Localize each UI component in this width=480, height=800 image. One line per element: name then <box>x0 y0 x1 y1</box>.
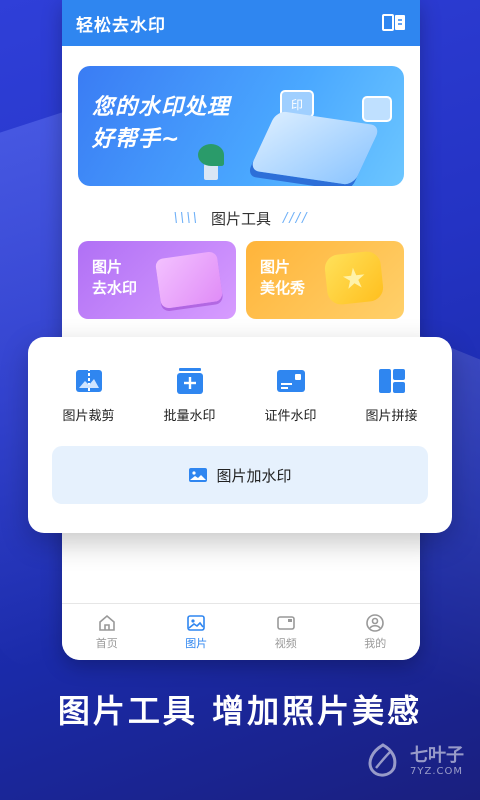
watermark-text: 七叶子 7YZ.COM <box>410 744 464 777</box>
video-icon <box>276 616 295 630</box>
tab-label: 我的 <box>364 637 387 650</box>
section-title: 图片工具 <box>210 210 271 228</box>
tab-mine[interactable]: 我的 <box>345 613 405 651</box>
remove-watermark-tile[interactable]: 图片 去水印 <box>78 241 236 319</box>
tab-home[interactable]: 首页 <box>77 613 137 651</box>
promo-banner[interactable]: 您的水印处理 好帮手~ 印 <box>78 66 404 186</box>
app-title: 轻松去水印 <box>76 15 166 36</box>
book-icon[interactable] <box>382 13 406 33</box>
section-header: \\\\ 图片工具 //// <box>62 208 420 229</box>
tile-line1: 图片 <box>260 258 291 276</box>
tab-label: 视频 <box>274 637 297 650</box>
image-icon <box>189 468 208 482</box>
picture-icon <box>154 250 224 310</box>
star-icon: ★ <box>323 250 385 306</box>
section-deco-right: //// <box>283 211 309 226</box>
tile-line2: 去水印 <box>92 279 138 297</box>
tab-label: 图片 <box>185 637 208 650</box>
plant-illustration <box>198 144 224 180</box>
phone-screen: 轻松去水印 您的水印处理 好帮手~ 印 \\\\ 图片工具 //// 图片 去水… <box>62 0 420 660</box>
tab-image[interactable]: 图片 <box>166 613 226 651</box>
slogan: 图片工具 增加照片美感 <box>57 692 423 730</box>
tab-label: 首页 <box>95 637 118 650</box>
tile-label: 图片 去水印 <box>92 257 137 299</box>
tool-label: 批量水印 <box>163 409 216 424</box>
leaf-logo-icon <box>368 743 397 777</box>
tool-label: 证件水印 <box>264 409 317 424</box>
tile-line2: 美化秀 <box>260 279 306 297</box>
tab-video[interactable]: 视频 <box>256 613 316 651</box>
watermark-domain: 7YZ.COM <box>410 765 463 777</box>
tool-crop[interactable]: 图片裁剪 <box>39 367 139 424</box>
tool-batch-watermark[interactable]: 批量水印 <box>140 367 240 424</box>
id-tag-icon <box>362 96 392 122</box>
tool-label: 图片拼接 <box>365 409 418 424</box>
tools-card: 图片裁剪 批量水印 证件水印 图片拼接 图片加水印 <box>28 337 452 533</box>
tool-collage[interactable]: 图片拼接 <box>342 367 442 424</box>
add-watermark-button[interactable]: 图片加水印 <box>52 446 428 504</box>
section-deco-left: \\\\ <box>173 211 199 226</box>
watermark-brand: 七叶子 <box>410 744 464 766</box>
home-icon <box>98 614 115 631</box>
card-illustration <box>249 110 381 186</box>
tile-label: 图片 美化秀 <box>260 257 305 299</box>
beautify-tile[interactable]: 图片 美化秀 ★ <box>246 241 404 319</box>
add-watermark-label: 图片加水印 <box>216 466 292 485</box>
tools-grid: 图片裁剪 批量水印 证件水印 图片拼接 <box>28 337 452 424</box>
id-card-icon <box>276 370 305 392</box>
user-icon <box>366 614 385 632</box>
image-icon <box>187 615 206 631</box>
crop-icon <box>75 368 102 394</box>
batch-watermark-icon <box>176 368 203 394</box>
feature-tiles: 图片 去水印 图片 美化秀 ★ <box>78 241 404 319</box>
tool-id-watermark[interactable]: 证件水印 <box>241 367 341 424</box>
banner-line1: 您的水印处理 <box>92 95 231 120</box>
tool-label: 图片裁剪 <box>62 409 115 424</box>
site-watermark-logo: 七叶子 7YZ.COM <box>364 742 464 780</box>
tile-line1: 图片 <box>92 258 123 276</box>
collage-icon <box>378 369 405 393</box>
bottom-tab-bar: 首页 图片 视频 我的 <box>62 603 420 660</box>
app-bar: 轻松去水印 <box>62 0 420 46</box>
